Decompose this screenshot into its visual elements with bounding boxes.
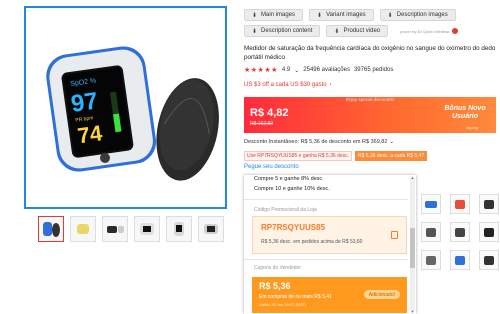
promo-code-tag[interactable]: Use RP7RSQYUUS85 e ganha R$ 5,36 desc. bbox=[244, 151, 352, 161]
store-code: RP7RSQYUUS85 bbox=[261, 223, 326, 232]
variant-option[interactable] bbox=[450, 250, 470, 270]
variant-option[interactable] bbox=[479, 194, 499, 214]
divider bbox=[244, 199, 408, 200]
seller-coupon-amount: R$ 5,36 bbox=[259, 281, 291, 291]
coupon-line[interactable]: US $3 off a cada US $30 gasto › bbox=[244, 82, 332, 88]
download-icon: ⬇ bbox=[387, 12, 393, 19]
chevron-down-icon[interactable]: ⌄ bbox=[294, 67, 299, 74]
chevron-down-icon: ⌄ bbox=[389, 139, 395, 145]
download-icon: ⬇ bbox=[252, 12, 258, 19]
variant-option[interactable] bbox=[450, 222, 470, 242]
scroll-up-icon[interactable]: ▲ bbox=[410, 175, 415, 180]
powered-by-text: power by Ali Quick Infinitear bbox=[400, 28, 450, 34]
description-content-label: Description content bbox=[261, 28, 313, 34]
seller-coupons-label: Cupons do Vendedor bbox=[254, 265, 301, 271]
thumbnail-1[interactable] bbox=[38, 216, 64, 242]
store-code-desc: R$ 5,36 desc. em pedidos acima de R$ 53,… bbox=[261, 239, 363, 245]
code-tags: Use RP7RSQYUUS85 e ganha R$ 5,36 desc. R… bbox=[244, 151, 428, 161]
chevron-right-icon: › bbox=[329, 82, 332, 88]
store-code-label: Código Promocional da Loja bbox=[254, 207, 317, 213]
main-images-label: Main images bbox=[261, 12, 296, 18]
download-icon: ⬇ bbox=[334, 28, 340, 35]
thumbnail-strip bbox=[38, 216, 224, 242]
instant-discount[interactable]: Desconto Instantâneo: R$ 5,36 de descont… bbox=[244, 139, 394, 145]
bonus-sub: log-ing bbox=[465, 125, 478, 130]
description-content-button[interactable]: ⬇ Description content bbox=[244, 25, 321, 37]
powered-by: power by Ali Quick Infinitear bbox=[400, 25, 458, 37]
download-toolbar-row-1: ⬇ Main images ⬇ Variant images ⬇ Descriptio… bbox=[244, 9, 456, 21]
original-price: R$ 162,89 bbox=[250, 121, 274, 127]
product-video-button[interactable]: ⬇ Product video bbox=[326, 25, 389, 37]
download-icon: ⬇ bbox=[252, 28, 258, 35]
rating-row: ★★★★★ 4.9 ⌄ 25496 avaliações 39765 pedid… bbox=[244, 66, 393, 74]
variant-images-label: Variant images bbox=[326, 12, 366, 18]
store-coupon-card[interactable]: RP7RSQYUUS85 R$ 5,36 desc. em pedidos ac… bbox=[252, 216, 407, 254]
oximeter-illustration: SpO2 % 97 PR bpm 74 bbox=[46, 46, 219, 181]
star-rating-icon: ★★★★★ bbox=[244, 67, 278, 74]
thumbnail-6[interactable] bbox=[198, 216, 224, 242]
rating-value: 4.9 bbox=[281, 67, 291, 73]
tier-discount-10: Compre 10 e ganhe 10% desc. bbox=[254, 186, 330, 192]
variant-option[interactable] bbox=[421, 250, 441, 270]
instant-discount-text: Desconto Instantâneo: R$ 5,36 de descont… bbox=[244, 139, 388, 145]
variant-option[interactable] bbox=[421, 194, 441, 214]
new-user-bonus[interactable]: Bônus Novo Usuário bbox=[439, 105, 491, 121]
download-icon: ⬇ bbox=[317, 12, 323, 19]
thumbnail-5[interactable] bbox=[166, 216, 192, 242]
variant-images-button[interactable]: ⬇ Variant images bbox=[309, 9, 374, 21]
current-price: R$ 4,82 bbox=[250, 107, 289, 119]
coupon-popup: Compre 5 e ganhe 8% desc. Compre 10 e ga… bbox=[244, 175, 416, 314]
review-count[interactable]: 25496 avaliações bbox=[303, 67, 350, 73]
claim-coupon-button[interactable]: Adicionado! bbox=[363, 290, 400, 299]
seller-coupon-validity: Válido 30 Jan 19:07 (BRT) bbox=[259, 302, 307, 307]
discount-tag[interactable]: R$ 5,36 desc. a cada R$ 5,47 bbox=[355, 151, 428, 161]
thumbnail-2[interactable] bbox=[70, 216, 96, 242]
product-video-label: Product video bbox=[343, 28, 381, 34]
variant-option[interactable] bbox=[450, 194, 470, 214]
scroll-down-icon[interactable]: ▼ bbox=[410, 309, 415, 314]
tier-discount-5: Compre 5 e ganhe 8% desc. bbox=[254, 176, 324, 182]
thumbnail-4[interactable] bbox=[134, 216, 160, 242]
variant-option[interactable] bbox=[479, 250, 499, 270]
device-pr-value: 74 bbox=[76, 120, 104, 148]
divider bbox=[244, 259, 408, 260]
product-title: Medidor de saturação da frequência cardí… bbox=[244, 45, 496, 61]
seller-coupon-card: R$ 5,36 Em compras de ou mais R$ 5,41 Vá… bbox=[252, 277, 407, 313]
copy-icon[interactable] bbox=[391, 231, 398, 239]
description-images-button[interactable]: ⬇ Description images bbox=[379, 9, 456, 21]
description-images-label: Description images bbox=[396, 12, 448, 18]
variant-grid bbox=[421, 194, 499, 270]
device-spo2-value: 97 bbox=[69, 88, 99, 118]
scrollbar-thumb[interactable] bbox=[410, 228, 415, 268]
thumbnail-3[interactable] bbox=[102, 216, 128, 242]
get-discount-link[interactable]: Pegue seu desconto bbox=[244, 164, 299, 170]
download-toolbar-row-2: ⬇ Description content ⬇ Product video powe… bbox=[244, 25, 458, 37]
brand-logo-icon bbox=[451, 28, 458, 34]
main-images-button[interactable]: ⬇ Main images bbox=[244, 9, 304, 21]
price-banner: Enjoy special discounts! R$ 4,82 R$ 162,… bbox=[244, 97, 496, 133]
variant-option[interactable] bbox=[479, 222, 499, 242]
main-product-image[interactable]: SpO2 % 97 PR bpm 74 bbox=[24, 6, 227, 209]
variant-option[interactable] bbox=[421, 222, 441, 242]
order-count: 39765 pedidos bbox=[353, 67, 394, 73]
panel-scrollbar[interactable] bbox=[410, 178, 415, 311]
seller-coupon-desc: Em compras de ou mais R$ 5,41 bbox=[259, 294, 332, 300]
coupon-line-text: US $3 off a cada US $30 gasto bbox=[244, 82, 327, 88]
banner-tag: Enjoy special discounts! bbox=[345, 97, 395, 102]
